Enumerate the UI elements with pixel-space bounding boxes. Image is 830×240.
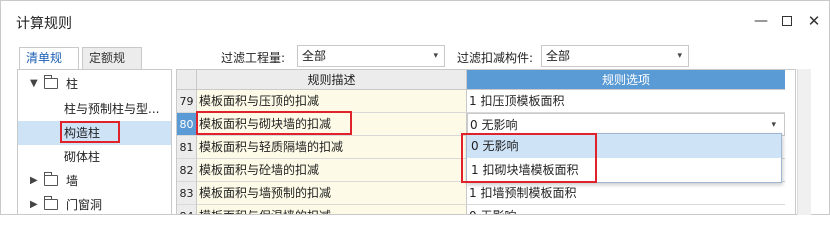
tree-item-masonry-column[interactable]: 砌体柱	[18, 145, 171, 169]
column-header-option[interactable]: 规则选项	[467, 70, 785, 90]
tree-item-label: 门窗洞	[66, 198, 103, 212]
row-number: 83	[177, 182, 197, 205]
rule-option-dropdown: 0 无影响 1 扣砌块墙模板面积	[466, 133, 782, 183]
column-header-description[interactable]: 规则描述	[197, 70, 467, 90]
vertical-scrollbar[interactable]	[797, 69, 811, 215]
toolbar: 清单规则 定额规则 过滤工程量: 全部 ▾ 过滤扣减构件: 全部 ▾	[1, 39, 829, 85]
table-row[interactable]: 83 模板面积与墙预制的扣减 1 扣墙预制模板面积	[177, 182, 785, 205]
tree-item-door-window[interactable]: ▶ 门窗洞	[18, 193, 171, 214]
tree-item-label: 柱	[66, 77, 79, 91]
folder-icon	[44, 196, 58, 210]
window-title: 计算规则	[16, 16, 72, 32]
filter-deduct-label: 过滤扣减构件:	[457, 51, 534, 65]
table-row[interactable]: 79 模板面积与压顶的扣减 1 扣压顶模板面积	[177, 90, 785, 113]
row-number: 81	[177, 136, 197, 159]
dropdown-option-deduct-block-wall[interactable]: 1 扣砌块墙模板面积	[467, 158, 781, 182]
rule-option[interactable]: 0 无影响	[467, 205, 785, 214]
grid-corner	[177, 70, 197, 90]
dropdown-option-no-effect[interactable]: 0 无影响	[467, 134, 781, 158]
tab-quota-rules[interactable]: 定额规则	[82, 47, 142, 85]
folder-icon	[44, 75, 58, 89]
maximize-button[interactable]	[777, 11, 797, 31]
tree-item-wall[interactable]: ▶ 墙	[18, 169, 171, 193]
tab-bill-rules[interactable]: 清单规则	[19, 47, 79, 85]
rule-description: 模板面积与砼墙的扣减	[197, 159, 467, 182]
chevron-down-icon: ▾	[677, 51, 682, 61]
tree-expand-icon[interactable]: ▼	[30, 72, 38, 96]
tree-expand-icon[interactable]: ▶	[30, 193, 38, 214]
filter-quantity-select[interactable]: 全部 ▾	[297, 45, 445, 67]
table-row[interactable]: 84 模板面积与保温墙的扣减 0 无影响	[177, 205, 785, 214]
row-number: 84	[177, 205, 197, 214]
tree-item-label: 砌体柱	[64, 150, 101, 164]
tree-item-constructional-column[interactable]: 构造柱	[18, 121, 171, 145]
tree-item-column[interactable]: ▼ 柱	[18, 72, 171, 96]
filter-quantity-label: 过滤工程量:	[221, 51, 286, 65]
folder-icon	[44, 172, 58, 186]
rule-description: 模板面积与轻质隔墙的扣减	[197, 136, 467, 159]
tree-item-column-precast[interactable]: 柱与预制柱与型...	[18, 97, 171, 121]
rules-dialog: 计算规则 — ✕ 清单规则 定额规则 过滤工程量: 全部 ▾ 过滤扣减构件: 全…	[0, 0, 830, 215]
minimize-button[interactable]: —	[751, 11, 771, 31]
rule-description: 模板面积与保温墙的扣减	[197, 205, 467, 214]
maximize-icon	[782, 16, 792, 26]
rule-option[interactable]: 1 扣墙预制模板面积	[467, 182, 785, 205]
component-tree: ▼ 柱 柱与预制柱与型... 构造柱 砌体柱 ▶ 墙 ▶ 门窗洞	[17, 69, 172, 215]
row-number: 82	[177, 159, 197, 182]
rule-description: 模板面积与砌块墙的扣减	[197, 113, 467, 136]
tree-expand-icon[interactable]: ▶	[30, 169, 38, 193]
close-button[interactable]: ✕	[804, 11, 824, 31]
tree-item-label: 柱与预制柱与型...	[64, 102, 160, 116]
rule-option[interactable]: 1 扣压顶模板面积	[467, 90, 785, 113]
tree-item-label: 墙	[66, 174, 79, 188]
row-number: 79	[177, 90, 197, 113]
rule-description: 模板面积与压顶的扣减	[197, 90, 467, 113]
tree-item-label: 构造柱	[64, 126, 101, 140]
chevron-down-icon: ▾	[433, 51, 438, 61]
filter-deduct-value: 全部	[546, 49, 571, 63]
filter-quantity-value: 全部	[302, 49, 327, 63]
filter-deduct-select[interactable]: 全部 ▾	[541, 45, 689, 67]
title-bar: 计算规则 — ✕	[1, 1, 829, 39]
rule-description: 模板面积与墙预制的扣减	[197, 182, 467, 205]
row-number: 80	[177, 113, 197, 136]
rule-option-value: 0 无影响	[470, 118, 518, 132]
